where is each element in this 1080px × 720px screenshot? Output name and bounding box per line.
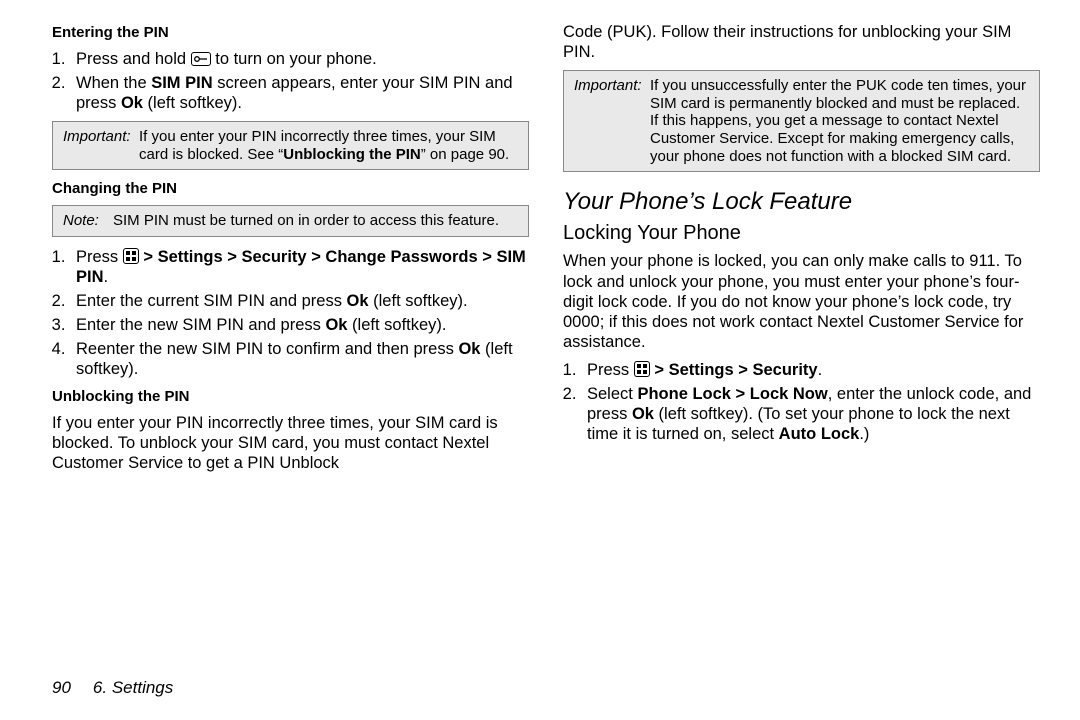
text-run: When the <box>76 74 151 92</box>
text-run: . <box>104 268 109 286</box>
note-label: Note: <box>63 212 105 230</box>
continuation-paragraph: Code (PUK). Follow their instructions fo… <box>563 22 1040 62</box>
text-run: (left softkey). <box>143 94 242 112</box>
note-label: Important: <box>574 77 642 95</box>
text-run: Press <box>587 361 634 379</box>
note-body: If you unsuccessfully enter the PUK code… <box>574 77 1029 165</box>
step-item: Press > Settings > Security. <box>581 360 1040 380</box>
text-run: Enter the current SIM PIN and press <box>76 292 347 310</box>
step-item: Press and hold to turn on your phone. <box>70 49 529 69</box>
text-bold: > <box>734 361 753 379</box>
left-column: Entering the PIN Press and hold to turn … <box>52 18 529 481</box>
step-item: When the SIM PIN screen appears, enter y… <box>70 73 529 113</box>
text-bold: Ok <box>121 94 143 112</box>
right-column: Code (PUK). Follow their instructions fo… <box>563 18 1040 481</box>
step-item: Enter the new SIM PIN and press Ok (left… <box>70 315 529 335</box>
text-bold: > <box>731 385 750 403</box>
step-item: Select Phone Lock > Lock Now, enter the … <box>581 384 1040 444</box>
note-label: Important: <box>63 128 131 146</box>
step-item: Reenter the new SIM PIN to confirm and t… <box>70 339 529 379</box>
changing-pin-steps: Press > Settings > Security > Change Pas… <box>52 247 529 380</box>
text-run: (left softkey). <box>369 292 468 310</box>
text-run: Enter the new SIM PIN and press <box>76 316 325 334</box>
text-bold: > <box>307 248 326 266</box>
text-run: Reenter the new SIM PIN to confirm and t… <box>76 340 458 358</box>
text-bold: Settings <box>158 248 223 266</box>
text-bold: > <box>139 248 158 266</box>
text-run: to turn on your phone. <box>211 50 377 68</box>
end-key-icon <box>191 52 211 66</box>
heading-entering-pin: Entering the PIN <box>52 24 529 41</box>
heading-lock-feature: Your Phone’s Lock Feature <box>563 188 1040 216</box>
text-bold: Ok <box>347 292 369 310</box>
chapter-label: 6. Settings <box>93 678 173 697</box>
heading-changing-pin: Changing the PIN <box>52 180 529 197</box>
manual-page: Entering the PIN Press and hold to turn … <box>0 0 1080 720</box>
text-run: (left softkey). <box>347 316 446 334</box>
text-bold: Ok <box>458 340 480 358</box>
text-run: ” on page 90. <box>421 146 509 163</box>
text-bold: Ok <box>632 405 654 423</box>
text-bold: Ok <box>325 316 347 334</box>
step-item: Enter the current SIM PIN and press Ok (… <box>70 291 529 311</box>
note-body: SIM PIN must be turned on in order to ac… <box>63 212 518 230</box>
menu-key-icon <box>123 248 139 264</box>
text-bold: > <box>223 248 242 266</box>
text-bold: Security <box>241 248 306 266</box>
text-run: Press <box>76 248 123 266</box>
important-note-box: Important: If you enter your PIN incorre… <box>52 121 529 170</box>
text-bold: Phone Lock <box>637 385 731 403</box>
text-bold: Settings <box>669 361 734 379</box>
two-column-layout: Entering the PIN Press and hold to turn … <box>52 18 1040 481</box>
text-bold: Change Passwords <box>325 248 477 266</box>
text-run: . <box>818 361 823 379</box>
text-run: Press and hold <box>76 50 191 68</box>
entering-pin-steps: Press and hold to turn on your phone. Wh… <box>52 49 529 113</box>
note-body: If you enter your PIN incorrectly three … <box>63 128 518 163</box>
text-bold: Lock Now <box>750 385 828 403</box>
locking-paragraph: When your phone is locked, you can only … <box>563 251 1040 352</box>
step-item: Press > Settings > Security > Change Pas… <box>70 247 529 287</box>
text-bold: Auto Lock <box>779 425 860 443</box>
note-box: Note: SIM PIN must be turned on in order… <box>52 205 529 236</box>
text-bold: > <box>478 248 497 266</box>
locking-steps: Press > Settings > Security. Select Phon… <box>563 360 1040 445</box>
text-bold: SIM PIN <box>151 74 212 92</box>
heading-locking-phone: Locking Your Phone <box>563 222 1040 245</box>
text-bold: Unblocking the PIN <box>283 146 421 163</box>
important-note-box: Important: If you unsuccessfully enter t… <box>563 70 1040 172</box>
unblocking-paragraph: If you enter your PIN incorrectly three … <box>52 413 529 473</box>
menu-key-icon <box>634 361 650 377</box>
page-number: 90 <box>52 678 71 697</box>
text-bold: Security <box>752 361 817 379</box>
text-bold: > <box>650 361 669 379</box>
heading-unblocking-pin: Unblocking the PIN <box>52 388 529 405</box>
text-run: .) <box>859 425 869 443</box>
page-footer: 90 6. Settings <box>52 678 173 698</box>
text-run: Select <box>587 385 637 403</box>
